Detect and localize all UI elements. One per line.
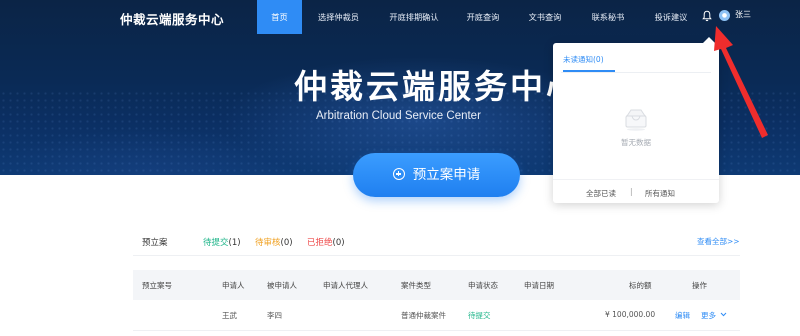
- tab-unread-notifications[interactable]: 未读通知(0): [563, 54, 604, 65]
- column-header-amount: 标的额: [629, 281, 652, 290]
- more-label: 更多: [701, 311, 716, 320]
- row-divider: [133, 330, 740, 331]
- tab-pending-submit-count: (1): [228, 238, 241, 248]
- column-header-applicant-agent: 申请人代理人: [323, 281, 368, 290]
- brand-title[interactable]: 仲裁云端服务中心: [120, 9, 224, 28]
- cell-applicant: 王武: [222, 311, 237, 320]
- tab-pending-review-count: (0): [280, 238, 293, 248]
- more-dropdown[interactable]: 更多: [701, 310, 727, 321]
- tab-pending-review[interactable]: 待审核(0): [255, 236, 293, 248]
- nav-item-select-arbitrator[interactable]: 选择仲裁员: [311, 0, 366, 34]
- bell-icon[interactable]: [702, 10, 712, 22]
- plus-circle-icon: [392, 168, 405, 180]
- table-header: 预立案号 申请人 被申请人 申请人代理人 案件类型 申请状态 申请日期 标的额 …: [133, 270, 740, 300]
- section-divider: [133, 255, 740, 256]
- column-header-date: 申请日期: [524, 281, 554, 290]
- nav-item-contact-secretary[interactable]: 联系秘书: [583, 0, 633, 34]
- active-tab-indicator: [563, 70, 615, 72]
- tab-rejected-label: 已拒绝: [307, 238, 333, 248]
- column-header-applicant: 申请人: [222, 281, 245, 290]
- column-header-case-no: 预立案号: [142, 281, 172, 290]
- nav-item-home[interactable]: 首页: [257, 0, 302, 34]
- tab-rejected-count: (0): [332, 238, 345, 248]
- popover-footer-divider: [553, 179, 719, 180]
- nav-item-document-query[interactable]: 文书查询: [520, 0, 570, 34]
- hero-title: 仲裁云端服务中心: [294, 67, 582, 106]
- user-name[interactable]: 张三: [735, 9, 751, 20]
- view-all-link[interactable]: 查看全部>>: [697, 236, 740, 247]
- tab-pending-submit[interactable]: 待提交(1): [203, 236, 241, 248]
- nav-item-hearing-query[interactable]: 开庭查询: [458, 0, 508, 34]
- footer-separator: |: [630, 187, 633, 196]
- top-navigation-bar: 仲裁云端服务中心 首页 选择仲裁员 开庭排期确认 开庭查询 文书查询 联系秘书 …: [0, 0, 800, 34]
- table-row[interactable]: 王武 李四 普通仲裁案件 待提交 ¥ 100,000.00 编辑 更多: [133, 300, 740, 330]
- mark-all-read-link[interactable]: 全部已读: [586, 188, 616, 199]
- column-header-status: 申请状态: [468, 281, 498, 290]
- column-header-actions: 操作: [692, 281, 707, 290]
- section-title-pre-filing: 预立案: [142, 238, 168, 248]
- cell-status: 待提交: [468, 311, 491, 320]
- notification-popover: 未读通知(0) 暂无数据 全部已读 | 所有通知: [553, 37, 719, 203]
- nav-item-complaints[interactable]: 投诉建议: [646, 0, 696, 34]
- column-header-respondent: 被申请人: [267, 281, 297, 290]
- hero-subtitle: Arbitration Cloud Service Center: [316, 110, 481, 122]
- tab-pending-review-label: 待审核: [255, 238, 281, 248]
- column-header-case-type: 案件类型: [401, 281, 431, 290]
- edit-link[interactable]: 编辑: [675, 310, 690, 321]
- cell-case-type: 普通仲裁案件: [401, 311, 446, 320]
- popover-divider: [561, 72, 711, 73]
- cell-respondent: 李四: [267, 311, 282, 320]
- tab-rejected[interactable]: 已拒绝(0): [307, 236, 345, 248]
- user-avatar[interactable]: ●: [719, 10, 730, 21]
- all-notifications-link[interactable]: 所有通知: [645, 188, 675, 199]
- chevron-down-icon: [721, 312, 727, 317]
- empty-state-text: 暂无数据: [621, 138, 651, 147]
- tab-pending-submit-label: 待提交: [203, 238, 229, 248]
- cell-amount: ¥ 100,000.00: [605, 310, 656, 319]
- pre-filing-apply-button[interactable]: 预立案申请: [353, 153, 520, 197]
- nav-item-hearing-schedule[interactable]: 开庭排期确认: [381, 0, 447, 34]
- empty-inbox-icon: [625, 109, 647, 131]
- cta-label: 预立案申请: [412, 167, 481, 183]
